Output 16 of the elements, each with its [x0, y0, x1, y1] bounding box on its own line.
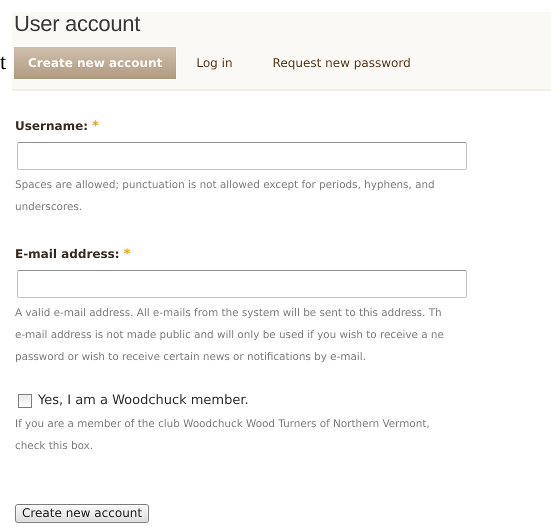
help-text: If you are a member of the club Woodchuck Wood Turners of Northern Vermont, check this box. [15, 417, 431, 454]
checkbox-label: Yes, I am a Woodchuck member. [38, 393, 249, 409]
input-field[interactable] [17, 142, 467, 170]
help-text: Spaces are allowed; punctuation is not allowed except for periods, hyphens, and underscores. [15, 178, 436, 215]
tab[interactable]: Log in [176, 47, 253, 79]
cut-off-text: t [0, 49, 6, 75]
page-title: User account [14, 12, 140, 36]
submit-button[interactable]: Create new account [15, 504, 150, 523]
field-label: Username: [15, 118, 88, 134]
tab[interactable]: Request new password [252, 47, 431, 79]
field-label: E-mail address: [15, 246, 120, 262]
input-field[interactable] [17, 270, 467, 298]
required-mark: * [124, 247, 130, 262]
required-mark: * [92, 119, 99, 134]
checkbox[interactable] [18, 394, 32, 408]
help-text: A valid e-mail address. All e-mails from the system will be sent to this address. Th e-mail address is not made public and will only be used if you wish to receive a ne password or wish to receive certain news or notifications by e-mail. [15, 306, 445, 365]
